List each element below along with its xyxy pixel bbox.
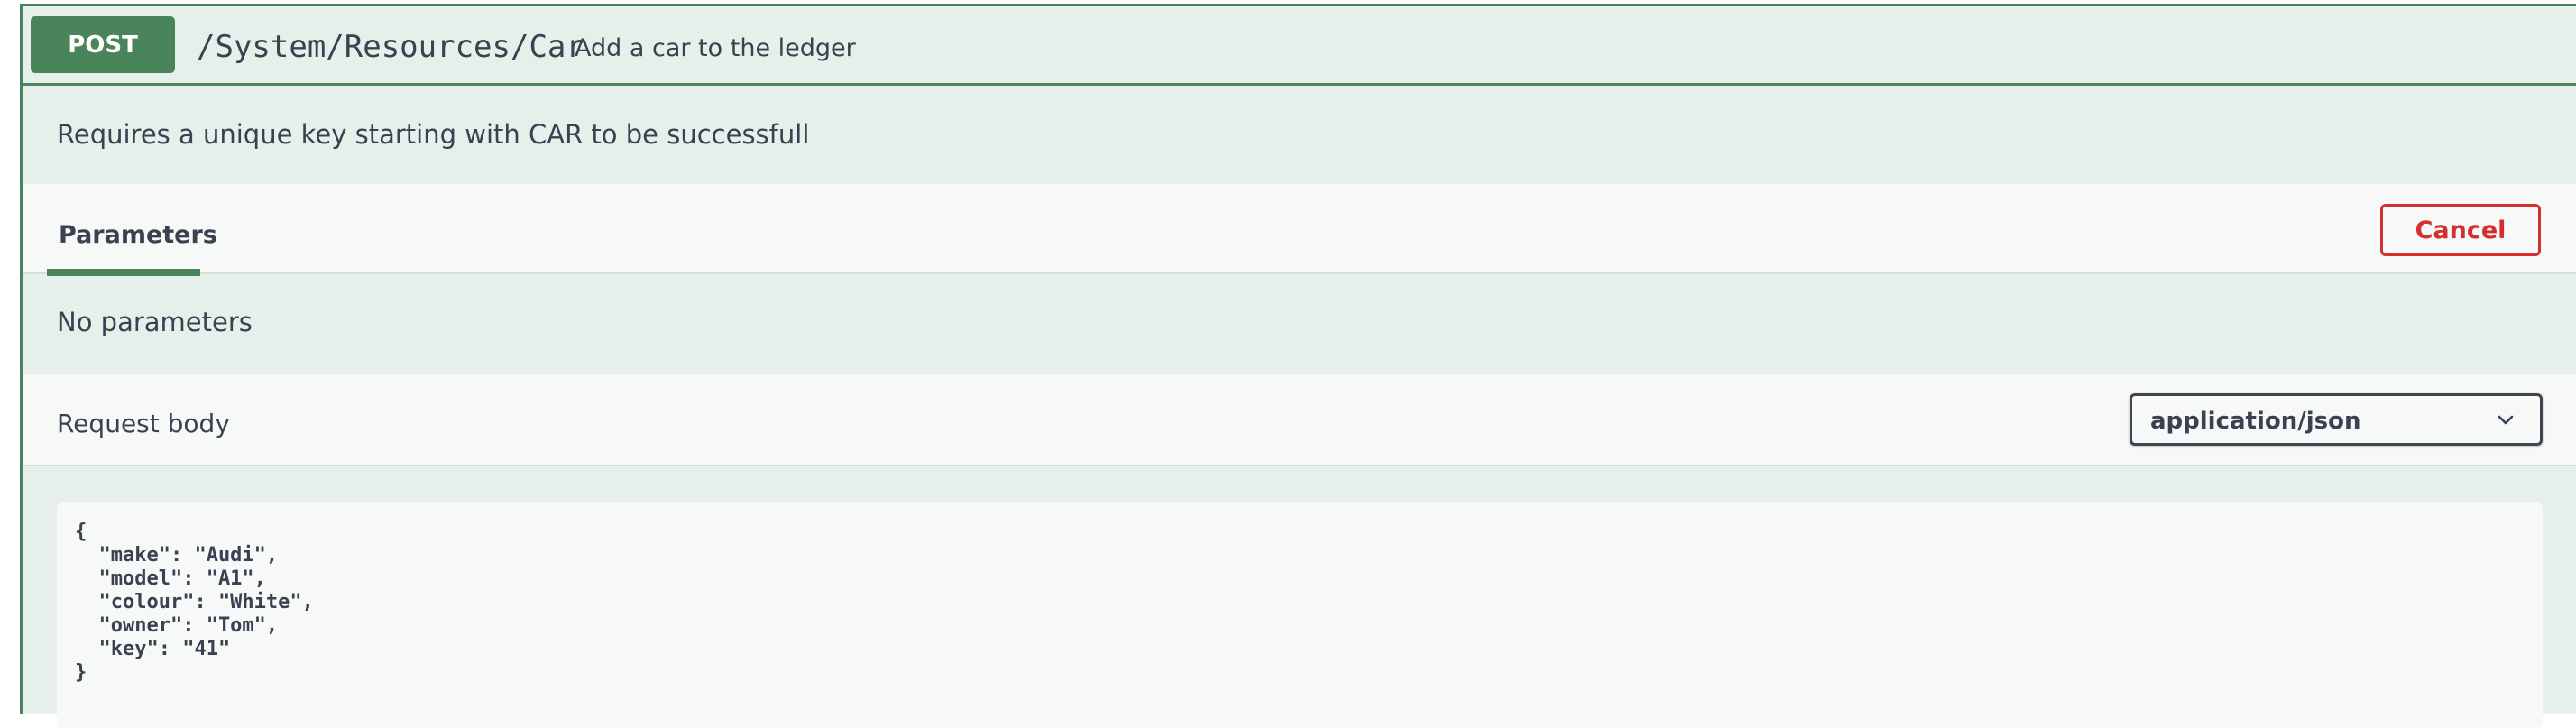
operation-path: /System/Resources/Car [197,29,584,65]
tab-parameters[interactable]: Parameters [47,184,217,276]
content-type-select[interactable]: application/json [2130,393,2543,446]
chevron-down-icon [2498,415,2514,425]
request-body-editor[interactable]: { "make": "Audi", "model": "A1", "colour… [57,502,2543,728]
operation-description: Requires a unique key starting with CAR … [57,119,810,150]
operation-summary[interactable]: POST /System/Resources/Car Add a car to … [23,6,2576,86]
request-body-label: Request body [57,409,230,438]
parameters-header: Parameters Cancel [23,184,2576,276]
operation-block: POST /System/Resources/Car Add a car to … [20,4,2576,728]
cancel-button[interactable]: Cancel [2380,204,2541,256]
request-body-header: Request body application/json [23,374,2576,466]
method-badge: POST [31,16,175,73]
no-parameters-text: No parameters [57,307,253,337]
tab-parameters-label: Parameters [59,221,217,249]
tab-active-indicator [47,269,200,276]
content-type-value: application/json [2150,408,2361,435]
operation-summary-text: Add a car to the ledger [575,34,856,62]
